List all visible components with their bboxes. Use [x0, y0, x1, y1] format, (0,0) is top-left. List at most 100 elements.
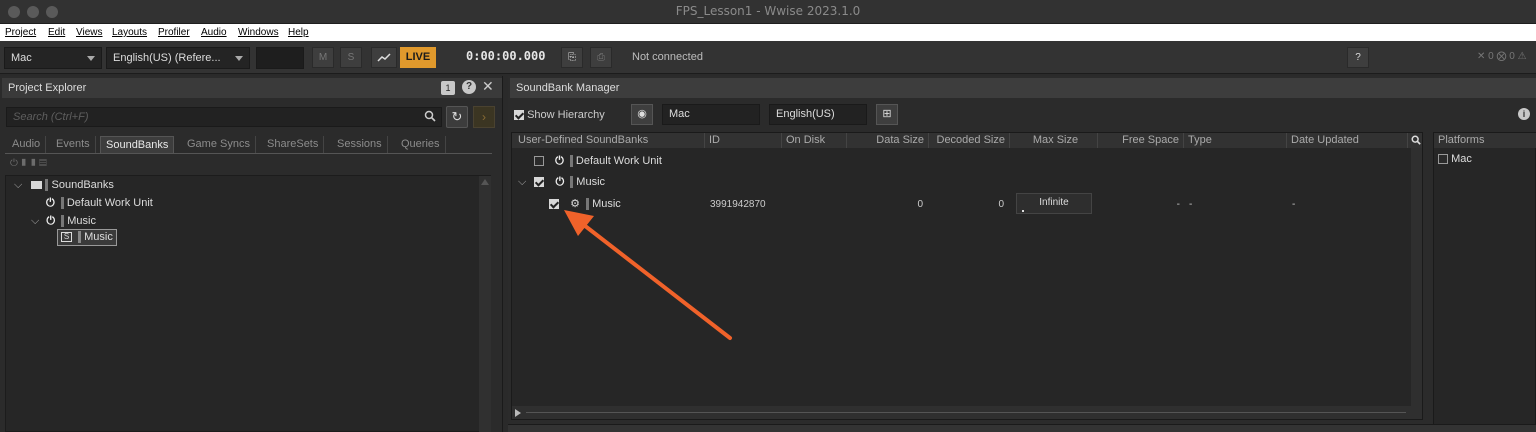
tab-audio[interactable]: Audio	[7, 136, 47, 153]
work-unit-icon: ⏻	[46, 197, 55, 209]
tab-divider	[5, 153, 492, 154]
window-title: FPS_Lesson1 - Wwise 2023.1.0	[675, 4, 861, 18]
tree-row-music-bank-selected[interactable]: S Music	[57, 229, 117, 246]
search-icon[interactable]	[424, 110, 436, 125]
work-unit-icon: ⏻	[555, 155, 564, 167]
cell-date-updated: -	[1292, 199, 1296, 210]
tree-label: Music	[67, 215, 96, 227]
cell-decoded-size: 0	[998, 199, 1004, 210]
soundbank-manager-title: SoundBank Manager	[516, 82, 620, 94]
chevron-down-icon[interactable]: ⌵	[518, 176, 526, 188]
menu-bar: Project Edit Views Layouts Profiler Audi…	[0, 24, 1536, 41]
language-dropdown[interactable]: English(US) (Refere...	[106, 47, 250, 69]
column-header-free-space[interactable]: Free Space	[1098, 133, 1184, 148]
tab-game-syncs[interactable]: Game Syncs	[182, 136, 256, 153]
cell-max-size[interactable]: Infinite	[1016, 193, 1092, 214]
column-header-type[interactable]: Type	[1184, 133, 1287, 148]
language-value: English(US) (Refere...	[113, 52, 221, 64]
toolbar: Mac English(US) (Refere... M S LIVE 0:00…	[0, 41, 1536, 74]
live-button[interactable]: LIVE	[400, 47, 436, 68]
platform-filter-field[interactable]: Mac	[662, 104, 760, 125]
color-bar	[61, 215, 65, 228]
remote-connect-icon[interactable]: ⎘	[561, 47, 583, 68]
column-header-decoded-size[interactable]: Decoded Size	[929, 133, 1010, 148]
show-hierarchy-checkbox[interactable]	[514, 110, 524, 121]
table-row-default-work-unit[interactable]: ⏻ Default Work Unit	[534, 152, 662, 170]
menu-help[interactable]: Help	[288, 27, 309, 38]
info-icon[interactable]: i	[1518, 108, 1530, 120]
solo-button[interactable]: S	[340, 47, 362, 68]
mute-button[interactable]: M	[312, 47, 334, 68]
tab-sharesets[interactable]: ShareSets	[262, 136, 325, 153]
column-header-id[interactable]: ID	[705, 133, 782, 148]
menu-audio[interactable]: Audio	[201, 27, 227, 38]
table-vertical-scrollbar[interactable]	[1411, 148, 1422, 406]
max-size-value: Infinite	[1039, 197, 1069, 208]
max-size-indicator	[1022, 210, 1024, 212]
tab-queries[interactable]: Queries	[396, 136, 446, 153]
chevron-down-icon[interactable]: ⌵	[14, 179, 22, 191]
help-icon[interactable]: ?	[462, 80, 476, 94]
menu-edit[interactable]: Edit	[48, 27, 65, 38]
column-header-name[interactable]: User-Defined SoundBanks	[514, 133, 705, 148]
menu-project[interactable]: Project	[5, 27, 36, 38]
tree-row-soundbanks[interactable]: ⌵ SoundBanks	[14, 176, 114, 194]
transport-time: 0:00:00.000	[466, 49, 546, 63]
tab-events[interactable]: Events	[51, 136, 96, 153]
tree-toolbar-icons[interactable]: ⏻▮▮▤	[10, 158, 49, 169]
help-button[interactable]: ?	[1347, 47, 1369, 68]
platforms-header: Platforms	[1434, 133, 1536, 148]
error-counts[interactable]: ✕ 0 ⨂ 0 ⚠	[1477, 51, 1527, 62]
search-icon[interactable]	[1411, 135, 1421, 148]
include-checkbox[interactable]	[534, 177, 545, 188]
include-checkbox[interactable]	[549, 199, 559, 210]
add-soundbank-icon[interactable]: ⊞	[876, 104, 898, 125]
menu-layouts[interactable]: Layouts	[112, 27, 147, 38]
capture-chart-icon[interactable]	[371, 47, 397, 68]
meter-field	[256, 47, 304, 69]
menu-windows[interactable]: Windows	[238, 27, 279, 38]
platform-value: Mac	[11, 52, 32, 64]
include-checkbox[interactable]	[534, 156, 544, 167]
tab-sessions[interactable]: Sessions	[332, 136, 388, 153]
column-header-max-size[interactable]: Max Size	[1010, 133, 1098, 148]
eye-icon[interactable]: ◉	[631, 104, 653, 125]
color-bar	[569, 155, 573, 168]
soundbank-manager-header: SoundBank Manager	[510, 78, 1536, 98]
column-header-date-updated[interactable]: Date Updated	[1287, 133, 1408, 148]
cell-free-space: -	[1176, 199, 1180, 210]
color-bar	[78, 231, 82, 244]
column-header-on-disk[interactable]: On Disk	[782, 133, 847, 148]
chevron-down-icon[interactable]: ⌵	[31, 215, 39, 227]
color-bar	[60, 197, 64, 210]
platform-dropdown[interactable]: Mac	[4, 47, 102, 69]
platform-item-mac[interactable]: Mac	[1438, 150, 1472, 168]
close-icon[interactable]: ✕	[482, 78, 494, 95]
tree-label: SoundBanks	[51, 179, 114, 191]
tree-row-default-work-unit[interactable]: ⏻ Default Work Unit	[46, 194, 153, 212]
search-input[interactable]: Search (Ctrl+F)	[6, 107, 442, 127]
refresh-icon[interactable]: ↻	[446, 106, 468, 128]
show-hierarchy-toggle[interactable]: Show Hierarchy	[514, 109, 605, 121]
table-horizontal-scrollbar[interactable]	[512, 406, 1422, 419]
menu-profiler[interactable]: Profiler	[158, 27, 190, 38]
row-label: Default Work Unit	[575, 155, 662, 167]
show-hierarchy-label: Show Hierarchy	[527, 109, 605, 121]
chevron-down-icon	[87, 56, 95, 61]
tree-row-music-work-unit[interactable]: ⌵ ⏻ Music	[31, 212, 96, 230]
folder-icon	[31, 181, 43, 190]
title-bar: FPS_Lesson1 - Wwise 2023.1.0	[0, 0, 1536, 24]
platform-checkbox[interactable]	[1438, 154, 1448, 165]
color-bar	[45, 179, 49, 192]
table-row-music-work-unit[interactable]: ⌵ ⏻ Music	[518, 173, 605, 191]
remote-disconnect-icon[interactable]: ⎙	[590, 47, 612, 68]
chevron-right-icon[interactable]: ›	[473, 106, 495, 128]
tree-label: Default Work Unit	[66, 197, 153, 209]
language-filter-field[interactable]: English(US)	[769, 104, 867, 125]
connection-status: Not connected	[632, 51, 703, 63]
tree-scrollbar[interactable]	[479, 176, 491, 432]
tab-soundbanks[interactable]: SoundBanks	[100, 136, 175, 153]
panel-pin-badge[interactable]: 1	[441, 81, 455, 95]
column-header-data-size[interactable]: Data Size	[847, 133, 929, 148]
menu-views[interactable]: Views	[76, 27, 103, 38]
